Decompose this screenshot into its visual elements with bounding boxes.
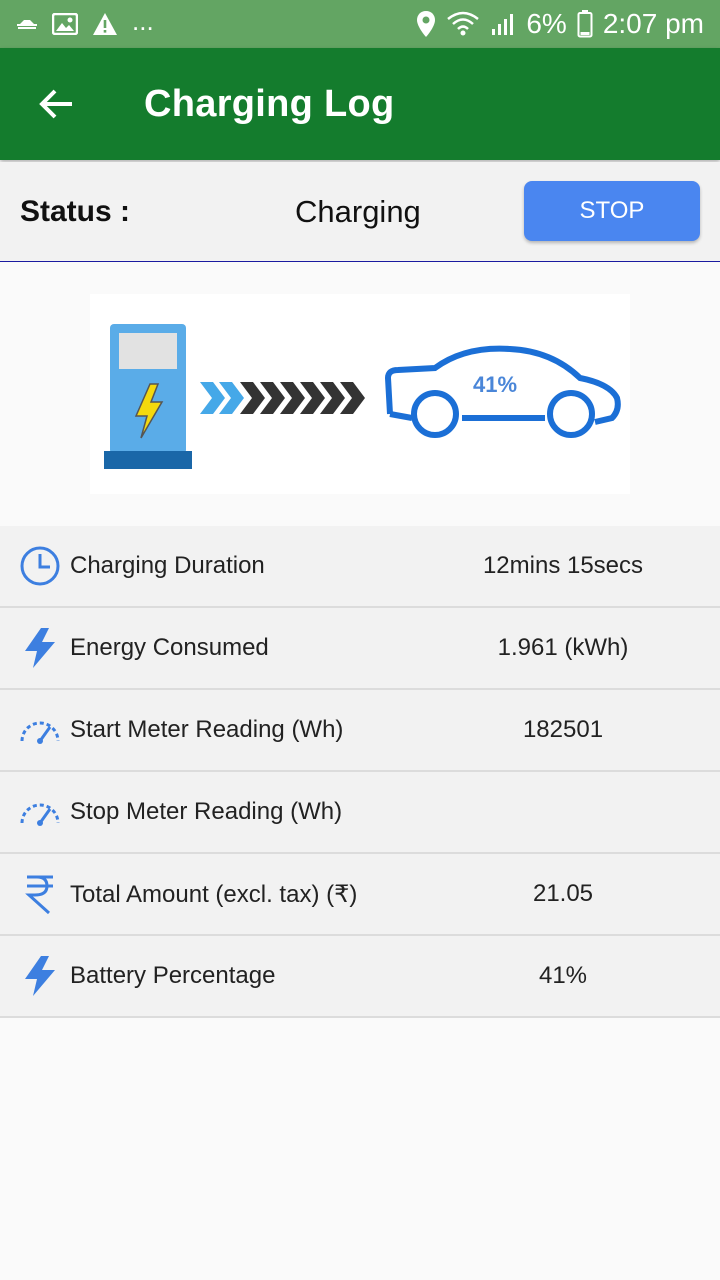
row-value: 21.05 xyxy=(532,880,594,907)
location-icon xyxy=(416,10,436,38)
row-label: Stop Meter Reading (Wh) xyxy=(70,798,343,825)
car-icon: 41% xyxy=(384,345,621,438)
clock-time: 2:07 pm xyxy=(602,8,704,39)
back-arrow-icon xyxy=(39,89,72,119)
car-battery-percent: 41% xyxy=(473,372,517,397)
row-label: Start Meter Reading (Wh) xyxy=(70,716,344,743)
wifi-icon xyxy=(446,11,480,37)
status-value: Charging xyxy=(295,193,421,229)
speedometer-icon xyxy=(19,791,61,833)
battery-icon xyxy=(577,10,593,38)
row-value: 1.961 (kWh) xyxy=(497,634,629,661)
row-label: Battery Percentage xyxy=(70,962,276,989)
row-label: Energy Consumed xyxy=(70,634,269,661)
more-notifications-dots: ... xyxy=(132,5,154,36)
charging-status-row: Status : Charging STOP xyxy=(0,162,720,262)
charging-station-icon xyxy=(104,324,192,469)
app-bar: Charging Log xyxy=(0,48,720,160)
cellular-signal-icon xyxy=(490,12,516,36)
system-status-bar: ... 6% 2:07 pm xyxy=(0,0,720,48)
row-value: 12mins 15secs xyxy=(482,552,644,579)
list-item-charging-duration: Charging Duration 12mins 15secs xyxy=(0,526,720,608)
flow-arrows-icon xyxy=(200,382,365,414)
battery-percent-text: 6% xyxy=(526,8,567,39)
list-item-energy-consumed: Energy Consumed 1.961 (kWh) xyxy=(0,608,720,690)
status-label: Status : xyxy=(20,194,131,228)
list-item-total-amount: Total Amount (excl. tax) (₹) 21.05 xyxy=(0,854,720,936)
list-item-battery-percentage: Battery Percentage 41% xyxy=(0,936,720,1018)
row-label: Total Amount (excl. tax) (₹) xyxy=(70,880,358,908)
lightning-icon xyxy=(19,627,61,669)
warning-icon xyxy=(92,12,118,36)
list-item-start-meter-reading: Start Meter Reading (Wh) 182501 xyxy=(0,690,720,772)
list-item-stop-meter-reading: Stop Meter Reading (Wh) xyxy=(0,772,720,854)
page-title: Charging Log xyxy=(144,82,395,125)
row-value: 41% xyxy=(538,962,588,989)
charging-illustration: 41% xyxy=(90,294,630,494)
charging-details-list: Charging Duration 12mins 15secs Energy C… xyxy=(0,526,720,1018)
notification-app-icon xyxy=(16,17,38,31)
speedometer-icon xyxy=(19,709,61,751)
clock-icon xyxy=(19,545,61,587)
lightning-icon xyxy=(19,955,61,997)
row-value: 182501 xyxy=(522,716,604,743)
row-label: Charging Duration xyxy=(70,552,265,579)
back-button[interactable] xyxy=(28,76,84,132)
stop-button[interactable]: STOP xyxy=(524,181,700,241)
image-notification-icon xyxy=(52,13,78,35)
rupee-icon xyxy=(19,873,61,915)
